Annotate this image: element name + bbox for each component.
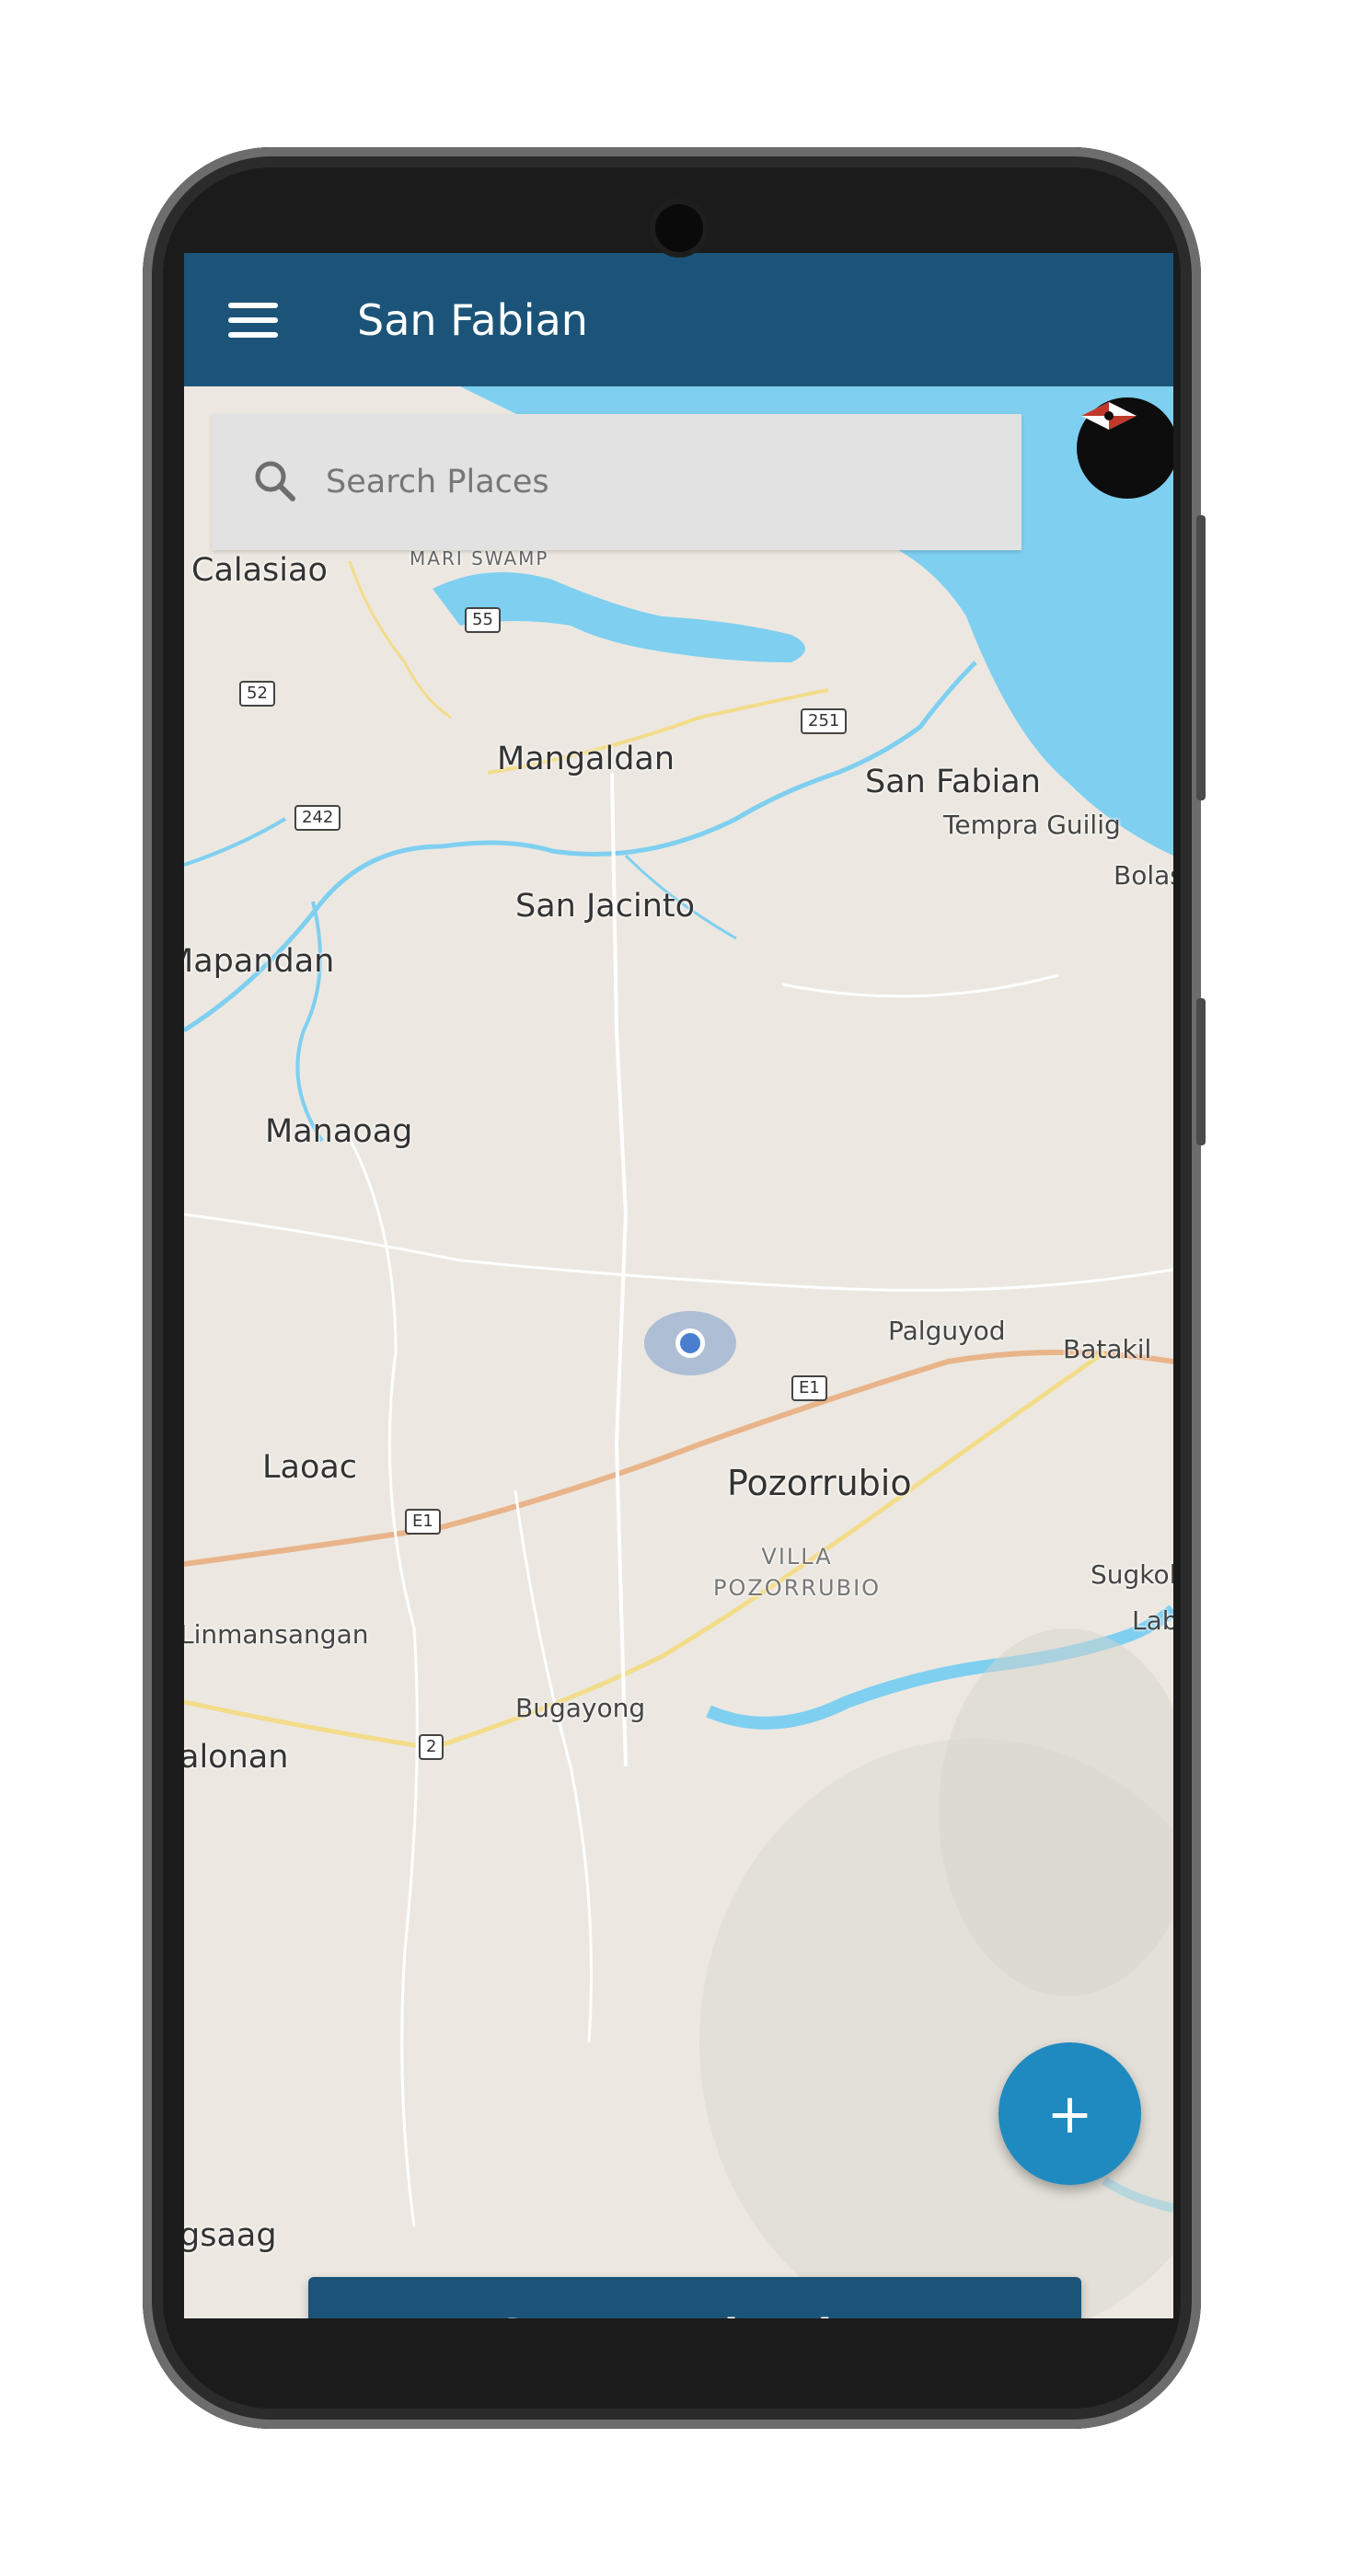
volume-button — [1196, 515, 1206, 800]
page-title: San Fabian — [357, 294, 588, 345]
map-label-mapandan: Mapandan — [184, 943, 335, 980]
road-shield: 2 — [419, 1734, 444, 1760]
map-label-bolas: Bolas — [1114, 860, 1173, 891]
map-label-laoac: Laoac — [262, 1449, 358, 1486]
location-dot-icon — [675, 1328, 705, 1358]
map-label-alonan: alonan — [184, 1739, 289, 1776]
map-label-linmansangan: Linmansangan — [184, 1619, 369, 1650]
map-label-batakil: Batakil — [1063, 1334, 1152, 1364]
map-label-sugkol: Sugkol — [1091, 1559, 1173, 1590]
map-label-manaoag: Manaoag — [265, 1113, 413, 1150]
district-line-1: VILLA — [761, 1544, 833, 1570]
map-label-gsaag: gsaag — [184, 2217, 277, 2254]
app-screen: San Fabian MARI SWAMP Calasiao Mangaldan… — [184, 253, 1173, 2318]
map-label-lab: Lab — [1132, 1605, 1173, 1636]
search-icon — [248, 454, 304, 510]
district-line-2: POZORRUBIO — [713, 1575, 882, 1601]
search-input[interactable] — [324, 463, 972, 501]
road-shield: 242 — [294, 805, 341, 831]
map-label-bugayong: Bugayong — [515, 1693, 646, 1723]
road-shield: 52 — [239, 681, 275, 707]
search-bar[interactable] — [212, 414, 1022, 550]
map-label-palguyod: Palguyod — [888, 1316, 1006, 1346]
map-label-calasiao: Calasiao — [191, 552, 328, 589]
camera-hole — [655, 204, 703, 252]
road-shield: E1 — [405, 1509, 441, 1535]
user-location-marker — [644, 1311, 736, 1375]
start-navigating-button[interactable]: Start Navigating — [308, 2277, 1081, 2318]
map-label-mangaldan: Mangaldan — [497, 741, 675, 777]
hamburger-menu-icon[interactable] — [184, 253, 322, 386]
app-bar: San Fabian — [184, 253, 1173, 386]
road-shield: E1 — [791, 1375, 827, 1401]
road-shield: 55 — [465, 607, 501, 633]
compass-icon[interactable] — [1077, 397, 1173, 499]
road-shield: 251 — [801, 708, 848, 734]
map-label-tempra-guilig: Tempra Guilig — [943, 810, 1121, 840]
map-view[interactable]: MARI SWAMP Calasiao Mangaldan San Fabian… — [184, 386, 1173, 2318]
power-button — [1196, 998, 1206, 1145]
map-label-water: MARI SWAMP — [410, 547, 549, 569]
map-label-san-fabian: San Fabian — [865, 764, 1041, 800]
add-fab-button[interactable]: + — [998, 2042, 1141, 2185]
map-label-san-jacinto: San Jacinto — [515, 888, 696, 925]
map-label-pozorrubio: Pozorrubio — [727, 1463, 912, 1503]
map-label-villa-pozorrubio: VILLA POZORRUBIO — [713, 1541, 881, 1604]
